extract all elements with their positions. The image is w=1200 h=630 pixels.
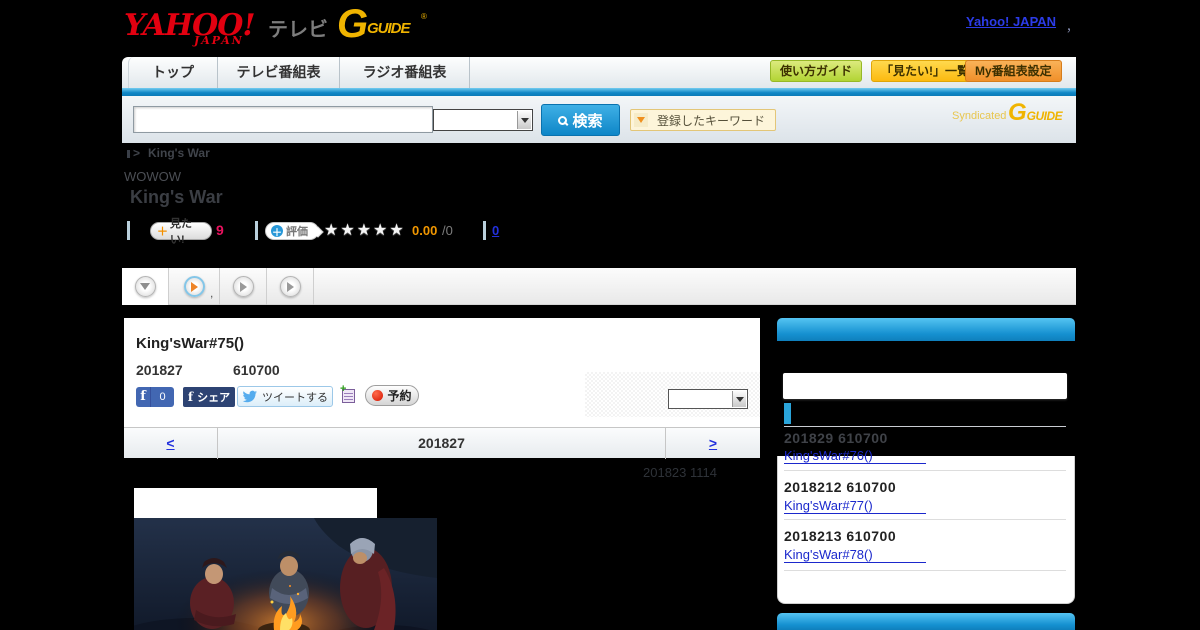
divider	[784, 570, 1066, 571]
toolbar-tab-play-2[interactable]	[220, 268, 267, 305]
episode-select[interactable]	[668, 389, 748, 409]
facebook-like-button[interactable]: f 0	[136, 387, 174, 407]
sidebar-item-date: 2018213 610700	[784, 528, 897, 544]
divider	[127, 221, 130, 240]
star-rating[interactable]: ★★★★★	[324, 220, 406, 240]
episode-title: King'sWar#75()	[136, 335, 245, 352]
sidebar-item-link[interactable]: King'sWar#77()	[784, 498, 926, 514]
circle-button	[232, 276, 254, 297]
episode-panel: King'sWar#75() 201827 610700 f 0 f シェア ツイ…	[124, 318, 760, 459]
chevron-down-icon	[520, 117, 529, 123]
yahoo-tv-logo[interactable]: YAHOO! JAPAN テレビ	[124, 6, 334, 48]
divider	[784, 519, 1066, 520]
registered-keywords-button[interactable]: 登録したキーワード	[630, 109, 776, 131]
page-title: King's War	[130, 187, 223, 207]
review-count-link[interactable]: 0	[492, 223, 499, 238]
tab-radio-listings[interactable]: ラジオ番組表	[340, 57, 470, 88]
tweet-button[interactable]: ツイートする	[237, 386, 333, 407]
breadcrumb-mark	[127, 150, 130, 158]
rate-button[interactable]: ＋ 評価	[265, 222, 319, 240]
toolbar-tab-current[interactable]	[122, 268, 169, 305]
sidebar-banner-placeholder	[783, 373, 1067, 399]
sidebar-item-link[interactable]: King'sWar#78()	[784, 547, 926, 563]
gguide-logo: G GUIDE ®	[337, 2, 427, 46]
next-episode-cell: >	[665, 428, 760, 459]
tab-top[interactable]: トップ	[128, 57, 218, 88]
twitter-bird-icon	[242, 390, 257, 403]
plus-icon: ＋	[157, 226, 168, 238]
toolbar-tab-play-1[interactable]: ,	[169, 268, 220, 305]
breadcrumb: > King's War	[133, 146, 210, 160]
episode-date: 201827	[136, 362, 183, 378]
current-episode-label: 201827	[418, 435, 465, 451]
rating-denominator: /0	[442, 223, 453, 238]
sidebar-item-date: 201829 610700	[784, 430, 888, 446]
add-calendar-icon[interactable]: +	[340, 383, 357, 405]
search-icon	[558, 115, 568, 125]
photo-caption-strip	[134, 488, 377, 518]
channel-name: WOWOW	[124, 169, 182, 184]
sidebar-header-bottom	[777, 613, 1075, 630]
my-listings-settings-button[interactable]: My番組表設定	[965, 60, 1062, 82]
play-icon	[239, 281, 247, 292]
triangle-down-icon	[140, 283, 150, 290]
accent-divider	[122, 88, 1076, 96]
rating-row: ＋ 見たい! 9 ＋ 評価 ★★★★★ 0.00 /0 0	[124, 218, 644, 246]
search-input[interactable]	[133, 106, 433, 133]
facebook-share-button[interactable]: f シェア	[183, 387, 235, 407]
tab-tv-listings[interactable]: テレビ番組表	[218, 57, 340, 88]
rating-score: 0.00	[412, 223, 438, 238]
divider	[784, 470, 1066, 471]
reserve-button[interactable]: 予約	[365, 385, 419, 406]
divider	[255, 221, 258, 240]
sidebar-section-marker	[784, 403, 791, 424]
sidebar-header-top	[777, 318, 1075, 341]
yahoo-japan-link[interactable]: Yahoo! JAPAN	[966, 14, 1056, 29]
mitai-list-button[interactable]: 「見たい!」一覧	[871, 60, 979, 82]
breadcrumb-current: King's War	[148, 146, 210, 160]
episode-nav-bar: < 201827 >	[124, 427, 760, 459]
select-arrow-button[interactable]	[732, 391, 746, 407]
main-nav-bar: トップ テレビ番組表 ラジオ番組表 使い方ガイド 「見たい!」一覧 My番組表設…	[122, 57, 1076, 88]
next-episode-link[interactable]: >	[709, 435, 717, 451]
prev-episode-cell: <	[124, 428, 218, 459]
sidebar-item-link[interactable]: King'sWar#76()	[784, 448, 926, 464]
syndicated-label: Syndicated	[952, 110, 1007, 122]
select-arrow-button[interactable]	[517, 111, 531, 129]
facebook-icon: f	[136, 387, 151, 407]
play-icon	[190, 281, 198, 292]
circle-button	[279, 276, 301, 297]
page: YAHOO! JAPAN テレビ G GUIDE ® Yahoo! JAPAN …	[0, 0, 1200, 630]
circle-button	[183, 276, 205, 297]
divider	[784, 426, 1066, 427]
episode-channel-code: 610700	[233, 362, 280, 378]
yahoo-japan-text: JAPAN	[194, 34, 244, 47]
chevron-down-icon	[735, 396, 744, 402]
facebook-icon: f	[187, 390, 194, 404]
usage-guide-button[interactable]: 使い方ガイド	[770, 60, 863, 82]
like-count: 0	[159, 391, 166, 403]
episode-toolbar: ,	[122, 268, 1076, 305]
gguide-g-icon: G	[337, 2, 369, 46]
mitai-button[interactable]: ＋ 見たい!	[150, 218, 212, 246]
search-category-select[interactable]	[433, 109, 533, 131]
toolbar-tab-play-3[interactable]	[267, 268, 314, 305]
play-icon	[286, 281, 294, 292]
record-dot-icon	[372, 390, 384, 401]
gguide-small-logo: GGUIDE	[1008, 99, 1063, 126]
episode-photo	[134, 518, 437, 630]
tv-label: テレビ	[268, 19, 328, 41]
sidebar-item-date: 2018212 610700	[784, 479, 897, 495]
search-button[interactable]: 検索	[541, 104, 620, 136]
plus-icon: ＋	[271, 225, 283, 239]
broadcast-note: 201823 1114	[643, 465, 717, 480]
prev-episode-link[interactable]: <	[166, 435, 174, 451]
circle-button	[134, 276, 156, 297]
mitai-count: 9	[216, 222, 224, 238]
chevron-down-icon	[634, 113, 648, 127]
comma-mark: ,	[210, 286, 214, 300]
divider	[483, 221, 486, 240]
after-link-mark: ，	[1066, 20, 1079, 34]
search-bar: 検索 登録したキーワード Syndicated GGUIDE	[122, 96, 1076, 143]
